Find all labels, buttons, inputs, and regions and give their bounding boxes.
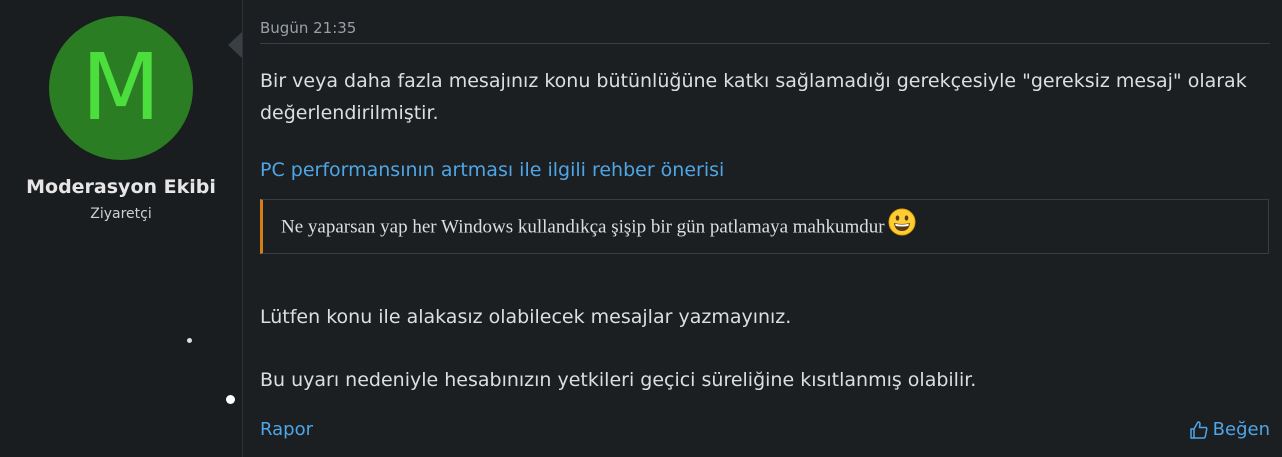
message-text: Bu uyarı nedeniyle hesabınızın yetkileri… [260, 369, 977, 391]
message-post: M Moderasyon Ekibi Ziyaretçi Bugün 21:35… [0, 0, 1282, 457]
username[interactable]: Moderasyon Ekibi [0, 176, 242, 198]
post-date[interactable]: Bugün 21:35 [260, 19, 356, 37]
like-label: Beğen [1212, 419, 1270, 440]
user-title: Ziyaretçi [90, 206, 152, 222]
quote-text: Ne yaparsan yap her Windows kullandıkça … [281, 216, 885, 238]
avatar[interactable]: M [49, 16, 193, 160]
decorative-dot [187, 338, 192, 343]
thumbs-up-icon [1189, 420, 1208, 439]
message-text: Lütfen konu ile alakasız olabilecek mesa… [260, 306, 792, 328]
like-button[interactable]: Beğen [1189, 419, 1270, 440]
message-text: Bir veya daha fazla mesajınız konu bütün… [260, 70, 1247, 124]
divider [260, 43, 1270, 44]
user-sidebar: M Moderasyon Ekibi Ziyaretçi [0, 0, 243, 457]
message-arrow [228, 32, 242, 58]
message-content: Bugün 21:35 Bir veya daha fazla mesajını… [260, 0, 1270, 457]
decorative-dot [226, 395, 235, 404]
grinning-face-emoji-icon [888, 208, 916, 236]
report-link[interactable]: Rapor [260, 419, 313, 440]
quote-block: Ne yaparsan yap her Windows kullandıkça … [260, 199, 1269, 254]
quote-content: Ne yaparsan yap her Windows kullandıkça … [281, 208, 916, 242]
thread-link[interactable]: PC performansının artması ile ilgili reh… [260, 159, 724, 181]
